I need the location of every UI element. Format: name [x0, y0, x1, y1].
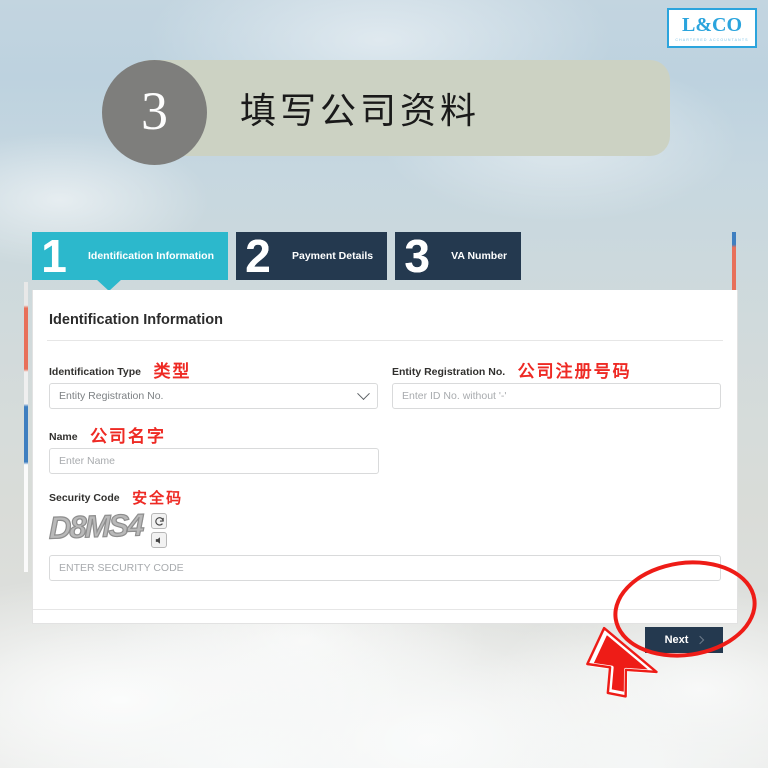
- captcha-controls: [151, 513, 168, 551]
- step-banner: 填写公司资料: [130, 60, 670, 156]
- browser-screenshot: 1 Identification Information 2 Payment D…: [24, 232, 746, 653]
- identification-type-select[interactable]: Entity Registration No.: [49, 383, 378, 409]
- name-input[interactable]: Enter Name: [49, 448, 379, 474]
- wizard-step-tabs: 1 Identification Information 2 Payment D…: [32, 232, 746, 292]
- tab-2-label: Payment Details: [274, 232, 388, 280]
- tab-3-number: 3: [404, 230, 430, 282]
- field-identification-type: Identification Type 类型 Entity Registrati…: [49, 355, 378, 409]
- step-number-badge: 3: [102, 60, 207, 165]
- tab-3-label: VA Number: [433, 232, 522, 280]
- tab-1-label: Identification Information: [70, 232, 228, 280]
- logo-tagline: CHARTERED ACCOUNTANTS: [675, 37, 749, 42]
- tab-1-number-box: 1: [32, 232, 70, 280]
- field-name: Name 公司名字 Enter Name: [49, 420, 379, 474]
- window-edge-left: [24, 282, 28, 572]
- tab-3-number-box: 3: [395, 230, 434, 282]
- form-row-3: Security Code 安全码 D8MS4 ENTER SECURITY C…: [48, 485, 721, 581]
- captcha-row: D8MS4: [48, 507, 721, 551]
- mouse-cursor-arrow: [586, 626, 658, 698]
- identification-type-label: Identification Type: [49, 366, 141, 378]
- logo-wordmark: L&CO: [682, 13, 742, 36]
- name-annotation: 公司名字: [90, 427, 167, 447]
- field-security-code: Security Code 安全码 D8MS4 ENTER SECURITY C…: [48, 485, 721, 581]
- tab-1-number: 1: [41, 230, 67, 282]
- tab-2-number: 2: [245, 230, 271, 282]
- name-label: Name: [49, 431, 78, 443]
- identification-panel: Identification Information Identificatio…: [32, 290, 738, 653]
- entity-registration-label: Entity Registration No.: [392, 366, 506, 378]
- form-row-1: Identification Type 类型 Entity Registrati…: [49, 355, 721, 409]
- form-row-2: Name 公司名字 Enter Name: [49, 420, 721, 474]
- tab-identification-information[interactable]: 1 Identification Information: [32, 232, 228, 291]
- lco-logo: L&CO CHARTERED ACCOUNTANTS: [667, 8, 757, 48]
- step-number-text: 3: [141, 80, 168, 141]
- security-code-label: Security Code: [49, 492, 120, 504]
- entity-registration-annotation: 公司注册号码: [517, 362, 632, 382]
- identification-type-annotation: 类型: [153, 362, 192, 382]
- identification-type-value: Entity Registration No.: [59, 390, 164, 402]
- security-code-annotation: 安全码: [132, 489, 184, 507]
- identification-form: Identification Type 类型 Entity Registrati…: [33, 341, 737, 653]
- entity-registration-input[interactable]: Enter ID No. without '-': [392, 383, 721, 409]
- panel-title: Identification Information: [49, 312, 223, 328]
- tab-payment-details[interactable]: 2 Payment Details: [236, 232, 388, 280]
- tab-2-number-box: 2: [236, 232, 274, 280]
- step-banner-title: 填写公司资料: [240, 91, 481, 132]
- chevron-down-icon: [357, 386, 370, 400]
- field-entity-registration-no: Entity Registration No. 公司注册号码 Enter ID …: [392, 355, 721, 409]
- refresh-icon[interactable]: [151, 513, 168, 529]
- security-code-input[interactable]: ENTER SECURITY CODE: [49, 555, 721, 581]
- captcha-image: D8MS4: [48, 507, 143, 546]
- audio-icon[interactable]: [151, 532, 168, 548]
- tab-va-number[interactable]: 3 VA Number: [395, 230, 522, 282]
